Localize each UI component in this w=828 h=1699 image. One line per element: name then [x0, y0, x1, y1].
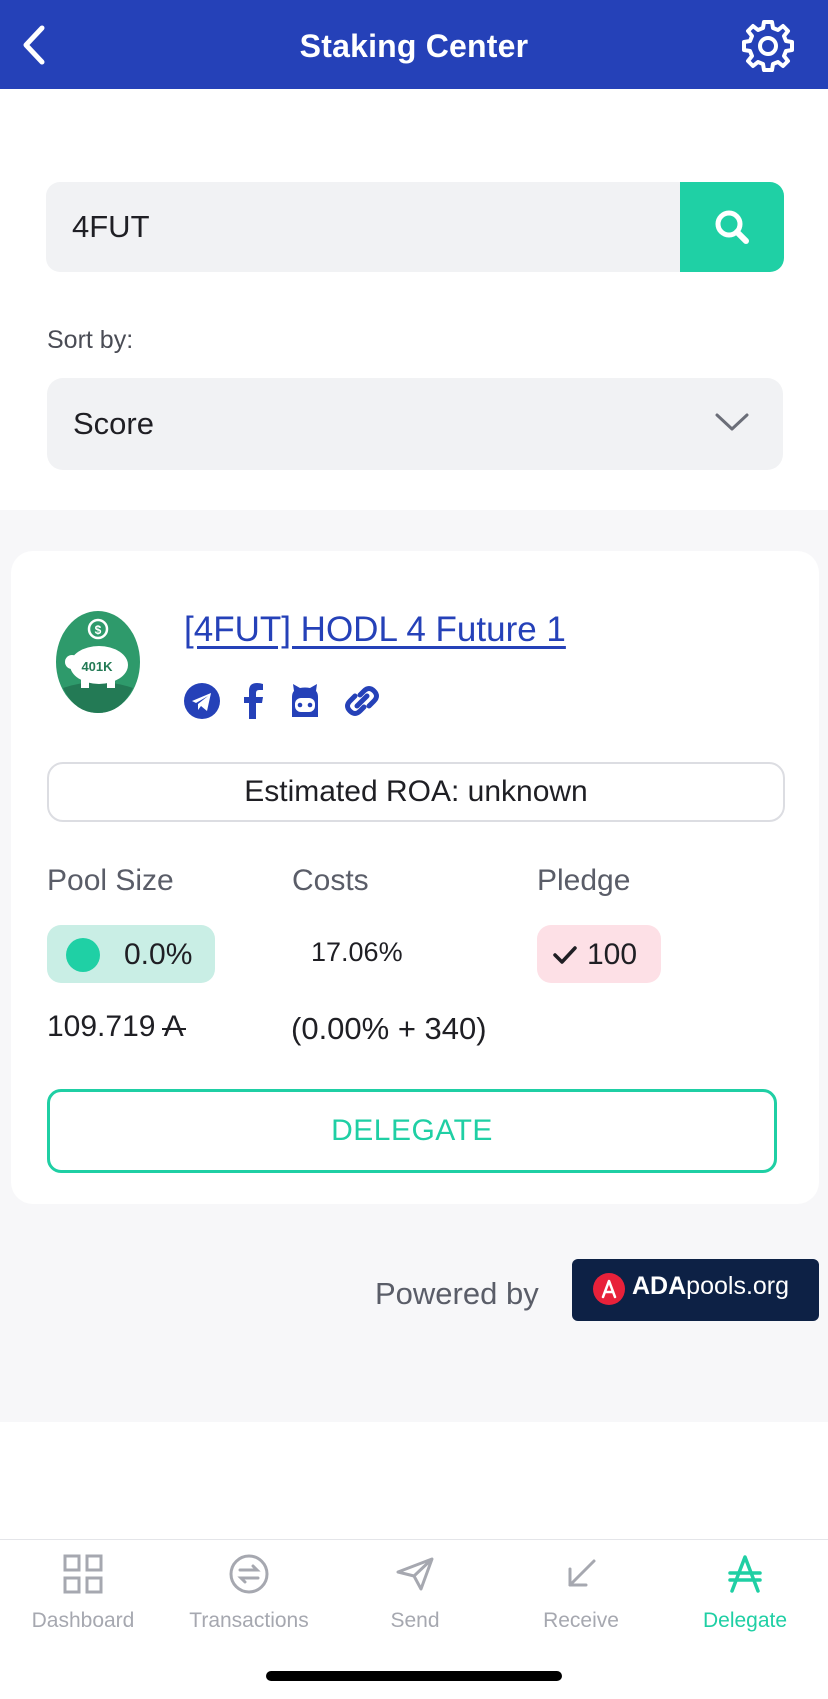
svg-text:401K: 401K [81, 659, 113, 674]
nav-receive[interactable]: Receive [498, 1553, 664, 1653]
github-icon[interactable] [285, 681, 325, 721]
receive-icon [568, 1559, 596, 1587]
svg-text:$: $ [95, 623, 102, 637]
delegate-button[interactable]: DELEGATE [47, 1089, 777, 1173]
pledge-label: Pledge [537, 864, 631, 897]
sort-label: Sort by: [47, 326, 134, 354]
chevron-left-icon [23, 25, 45, 65]
pool-size-percent: 0.0% [124, 938, 193, 971]
telegram-icon[interactable] [182, 681, 222, 721]
pool-size-label: Pool Size [47, 864, 174, 897]
adapools-brand-bold: ADA [632, 1272, 687, 1300]
dashboard-icon [63, 1554, 103, 1594]
app-header [0, 0, 828, 89]
sort-selected-value: Score [73, 406, 154, 441]
nav-dashboard-label: Dashboard [31, 1609, 135, 1632]
powered-by-label: Powered by [375, 1276, 539, 1311]
search-button[interactable] [680, 182, 784, 272]
home-indicator [266, 1671, 562, 1681]
send-icon [396, 1557, 434, 1591]
ada-symbol: A [161, 1010, 186, 1043]
saturation-dot [66, 938, 100, 972]
pool-amount-value: 109.719 [47, 1010, 156, 1043]
pool-amount: 109.719 A [47, 1010, 186, 1044]
search-icon [715, 210, 749, 244]
nav-receive-label: Receive [543, 1609, 619, 1632]
adapools-brand-rest: pools.org [686, 1272, 790, 1300]
nav-dashboard[interactable]: Dashboard [0, 1553, 166, 1653]
nav-send-label: Send [390, 1609, 440, 1632]
nav-delegate[interactable]: Delegate [662, 1553, 828, 1653]
adapools-brand: ADApools.org [632, 1272, 789, 1301]
nav-transactions[interactable]: Transactions [166, 1553, 332, 1653]
estimated-roa: Estimated ROA: unknown [47, 762, 785, 822]
sort-select[interactable] [47, 378, 783, 470]
nav-send[interactable]: Send [332, 1553, 498, 1653]
costs-percent: 17.06% [311, 937, 403, 967]
pledge-value: 100 [587, 938, 638, 971]
costs-detail: (0.00% + 340) [291, 1011, 487, 1046]
pool-logo: $ 401K [56, 611, 140, 713]
settings-button[interactable] [740, 18, 796, 74]
back-button[interactable] [12, 22, 58, 68]
chevron-down-icon [715, 413, 749, 431]
pool-name-link[interactable]: [4FUT] HODL 4 Future 1 [184, 610, 566, 650]
check-icon [553, 946, 577, 964]
adapools-icon [593, 1273, 625, 1305]
nav-transactions-label: Transactions [189, 1609, 309, 1632]
costs-label: Costs [292, 864, 369, 897]
facebook-icon[interactable] [234, 681, 274, 721]
nav-delegate-label: Delegate [702, 1609, 788, 1632]
transactions-icon [229, 1554, 269, 1594]
ada-icon [728, 1555, 762, 1593]
link-icon[interactable] [342, 681, 382, 721]
search-input[interactable] [72, 196, 662, 258]
gear-icon [742, 20, 794, 72]
